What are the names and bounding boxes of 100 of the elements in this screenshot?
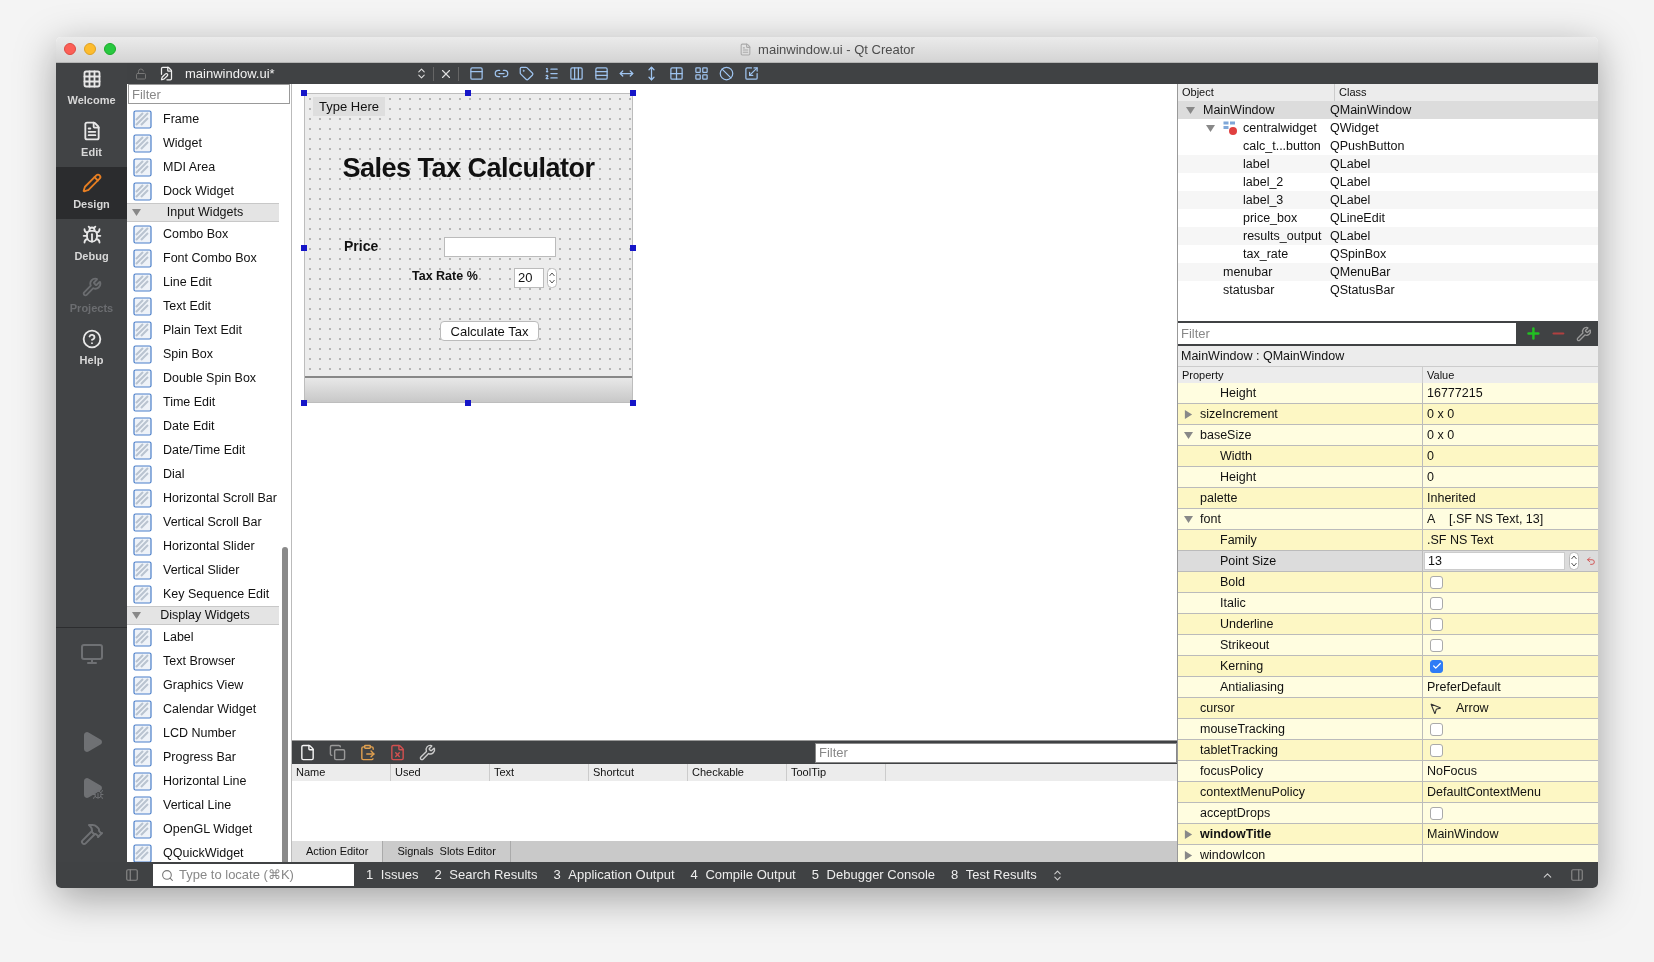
mode-button[interactable]: Debug [56, 219, 127, 271]
file-edit-icon[interactable] [159, 66, 174, 81]
resize-handle[interactable] [301, 90, 307, 96]
property-row[interactable]: Point Size 13 [1178, 551, 1598, 572]
widget-editor-icon[interactable] [469, 66, 484, 81]
hammer-icon[interactable] [79, 822, 104, 846]
tree-row[interactable]: results_output QLabel [1178, 227, 1598, 245]
filter-field[interactable]: Filter [128, 84, 290, 104]
property-value[interactable]: 0 [1423, 467, 1434, 487]
collapse-arrow-icon[interactable] [132, 611, 141, 620]
widget-item[interactable]: Vertical Scroll Bar [127, 510, 291, 534]
property-row[interactable]: contextMenuPolicy DefaultContextMenu [1178, 782, 1598, 803]
property-value[interactable]: Arrow [1456, 698, 1489, 718]
widget-item[interactable]: Spin Box [127, 342, 291, 366]
property-row[interactable]: mouseTracking [1178, 719, 1598, 740]
copy-icon[interactable] [329, 744, 346, 761]
tree-row[interactable]: label_3 QLabel [1178, 191, 1598, 209]
widget-item[interactable]: Dock Widget [127, 179, 291, 203]
property-value[interactable]: NoFocus [1423, 761, 1478, 781]
tree-row[interactable]: label QLabel [1178, 155, 1598, 173]
sidebar-toggle-icon[interactable] [125, 868, 139, 882]
output-tab[interactable]: 2 Search Results [434, 865, 538, 885]
resize-handle[interactable] [630, 400, 636, 406]
scrollbar[interactable] [282, 547, 288, 862]
widget-item[interactable]: Dial [127, 462, 291, 486]
property-row[interactable]: focusPolicy NoFocus [1178, 761, 1598, 782]
new-document-icon[interactable] [299, 744, 316, 761]
property-row[interactable]: Family .SF NS Text [1178, 530, 1598, 551]
property-row[interactable]: cursor Arrow [1178, 698, 1598, 719]
checkbox[interactable] [1430, 806, 1443, 820]
property-row[interactable]: Underline [1178, 614, 1598, 635]
mode-button[interactable]: Welcome [56, 63, 127, 115]
columns-icon[interactable] [569, 66, 584, 81]
collapse-arrow-icon[interactable] [1206, 123, 1215, 133]
tree-row[interactable]: MainWindow QMainWindow [1178, 101, 1598, 119]
widget-item[interactable]: Text Edit [127, 294, 291, 318]
property-value[interactable]: DefaultContextMenu [1423, 782, 1541, 802]
widget-item[interactable]: Double Spin Box [127, 366, 291, 390]
resize-handle[interactable] [465, 90, 471, 96]
zoom-window-button[interactable] [104, 43, 116, 55]
category-header[interactable]: Input Widgets [127, 203, 279, 222]
collapse-arrow-icon[interactable] [1186, 105, 1195, 115]
output-tab[interactable]: 8 Test Results [951, 865, 1037, 885]
checkbox[interactable] [1430, 617, 1443, 631]
checkbox[interactable] [1430, 659, 1443, 673]
close-window-button[interactable] [64, 43, 76, 55]
expand-arrow-icon[interactable] [1184, 829, 1193, 839]
property-row[interactable]: font A [.SF NS Text, 13] [1178, 509, 1598, 530]
widget-item[interactable]: MDI Area [127, 155, 291, 179]
property-row[interactable]: windowTitle MainWindow [1178, 824, 1598, 845]
property-row[interactable]: acceptDrops [1178, 803, 1598, 824]
rows-icon[interactable] [594, 66, 609, 81]
widget-item[interactable]: Combo Box [127, 222, 291, 246]
collapse-arrow-icon[interactable] [1184, 430, 1193, 440]
checkbox[interactable] [1430, 743, 1443, 757]
grid-layout-icon[interactable] [694, 66, 709, 81]
form-layout-icon[interactable] [669, 66, 684, 81]
wrench-icon[interactable] [1576, 325, 1592, 342]
locate-field[interactable]: Type to locate (⌘K) [153, 864, 354, 886]
checkbox[interactable] [1430, 638, 1443, 652]
checkbox[interactable] [1430, 722, 1443, 736]
delete-icon[interactable] [389, 744, 406, 761]
point-size-field[interactable]: 13 [1424, 552, 1565, 570]
property-row[interactable]: Italic [1178, 593, 1598, 614]
unlock-icon[interactable] [135, 67, 147, 80]
tree-row[interactable]: menubar QMenuBar [1178, 263, 1598, 281]
property-value[interactable]: MainWindow [1423, 824, 1499, 844]
widget-item[interactable]: Font Combo Box [127, 246, 291, 270]
mode-button[interactable]: Help [56, 323, 127, 375]
property-row[interactable]: Height 16777215 [1178, 383, 1598, 404]
property-value[interactable]: 0 [1423, 446, 1434, 466]
file-name[interactable]: mainwindow.ui* [185, 63, 415, 84]
widget-item[interactable]: Line Edit [127, 270, 291, 294]
output-tab[interactable]: 5 Debugger Console [811, 865, 935, 885]
property-row[interactable]: palette Inherited [1178, 488, 1598, 509]
right-panel-toggle-icon[interactable] [1570, 868, 1584, 882]
property-value[interactable]: [.SF NS Text, 13] [1449, 509, 1544, 529]
property-row[interactable]: tabletTracking [1178, 740, 1598, 761]
property-value[interactable]: 0 x 0 [1423, 404, 1455, 424]
property-row[interactable]: Bold [1178, 572, 1598, 593]
output-tab[interactable]: 3 Application Output [553, 865, 675, 885]
tax-rate-spinbox[interactable]: 20 [514, 268, 544, 288]
widget-item[interactable]: Date/Time Edit [127, 438, 291, 462]
wrench-icon[interactable] [419, 744, 436, 761]
spin-arrows-icon[interactable] [547, 268, 557, 288]
property-value[interactable]: .SF NS Text [1423, 530, 1494, 550]
widget-item[interactable]: Time Edit [127, 390, 291, 414]
price-field[interactable] [444, 237, 556, 257]
category-header[interactable]: Display Widgets [127, 606, 279, 625]
widget-item[interactable]: Horizontal Scroll Bar [127, 486, 291, 510]
editor-tab[interactable]: Action Editor [292, 841, 384, 862]
column-header[interactable]: Value [1423, 367, 1455, 383]
resize-handle[interactable] [301, 245, 307, 251]
column-header[interactable]: Class [1335, 84, 1367, 101]
widget-item[interactable]: Frame [127, 107, 291, 131]
up-down-icon[interactable] [415, 67, 428, 80]
filter-field[interactable]: Filter [815, 742, 1177, 763]
break-layout-icon[interactable] [719, 66, 734, 81]
collapse-arrow-icon[interactable] [132, 208, 141, 217]
property-value[interactable]: Inherited [1423, 488, 1476, 508]
